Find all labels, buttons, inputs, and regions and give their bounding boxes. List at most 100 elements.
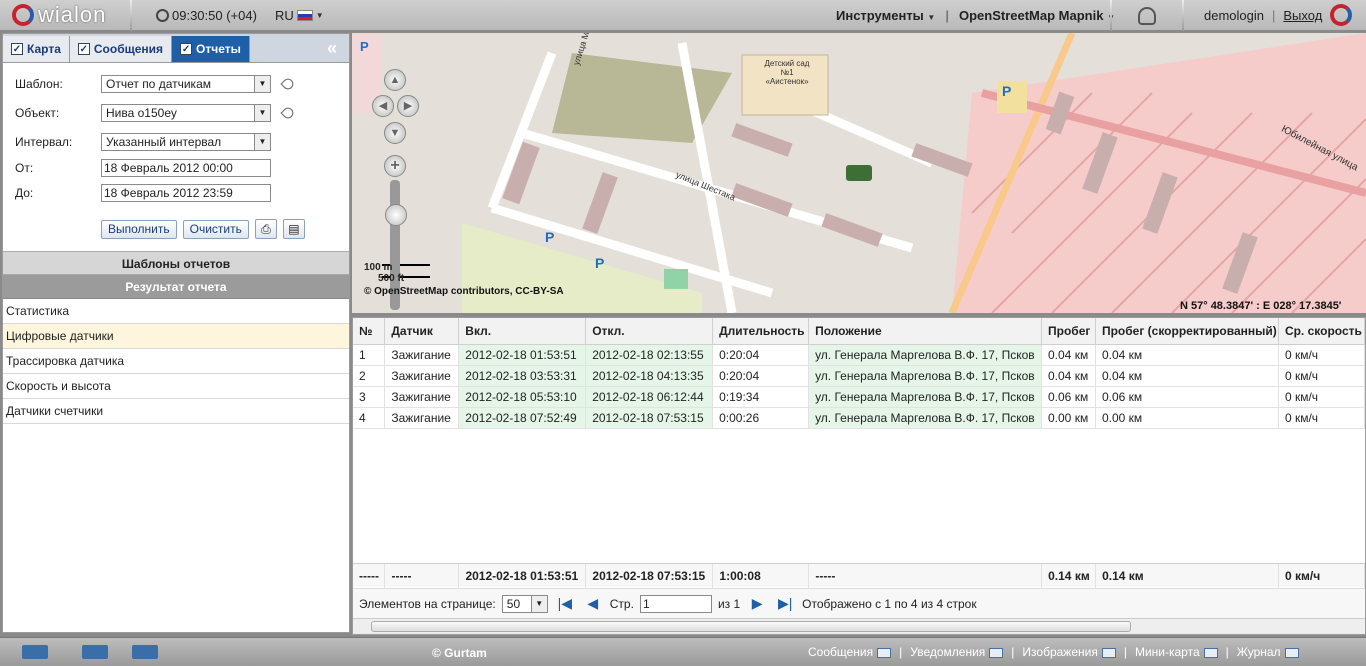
tab-map[interactable]: ✓ Карта (3, 36, 70, 62)
map-view[interactable]: P P P P улица Шестака Юбилейная улица ул… (352, 33, 1366, 313)
tab-reports[interactable]: ✓ Отчеты (172, 36, 250, 62)
pan-up-icon[interactable]: ▲ (384, 69, 406, 91)
scale-metric: 100 m (364, 262, 393, 273)
user-settings-icon[interactable] (1138, 6, 1156, 25)
cell: 0.06 км (1041, 386, 1096, 408)
result-item-digital-sensors[interactable]: Цифровые датчики (3, 324, 349, 349)
cell: 2012-02-18 03:53:31 (458, 365, 587, 387)
truck-name-icon[interactable] (82, 645, 108, 659)
column-header[interactable]: Вкл. (458, 318, 587, 345)
wialon-logo-icon (12, 4, 34, 26)
cell: 0.04 км (1041, 344, 1096, 366)
separator (130, 0, 132, 31)
object-value: Нива о150еу (106, 106, 177, 120)
log-link[interactable]: Журнал (1237, 645, 1299, 659)
result-item-counter-sensors[interactable]: Датчики счетчики (3, 399, 349, 424)
interval-row: Интервал: Указанный интервал ▼ (15, 133, 271, 151)
clear-button[interactable]: Очистить (182, 219, 249, 239)
pan-down-icon[interactable]: ▼ (384, 122, 406, 144)
run-button[interactable]: Выполнить (101, 219, 177, 239)
column-header[interactable]: Положение (808, 318, 1042, 345)
collapse-panel-icon[interactable]: « (327, 38, 337, 59)
language-selector[interactable]: RU ▼ (275, 8, 324, 23)
total-cell: 0.14 км (1095, 564, 1279, 588)
separator: | (1225, 645, 1229, 659)
result-item-speed-altitude[interactable]: Скорость и высота (3, 374, 349, 399)
object-select[interactable]: Нива о150еу ▼ (101, 104, 271, 122)
column-header[interactable]: Пробег (скорректированный) (1095, 318, 1279, 345)
images-link[interactable]: Изображения (1022, 645, 1116, 659)
cell: 2012-02-18 07:52:49 (458, 407, 587, 429)
map-scale: 100 m 500 ft (364, 262, 404, 284)
separator: | (945, 8, 949, 23)
last-page-icon[interactable]: ▶| (774, 595, 796, 612)
templates-header[interactable]: Шаблоны отчетов (3, 251, 349, 275)
truck-icon[interactable] (22, 645, 48, 659)
zoom-slider-handle[interactable] (385, 204, 407, 226)
language-code: RU (274, 7, 294, 23)
zoom-in-icon[interactable]: + (384, 155, 406, 177)
result-item-statistics[interactable]: Статистика (3, 299, 349, 324)
logo-text: wialon (38, 2, 107, 27)
map-source-label: OpenStreetMap Mapnik (958, 8, 1104, 23)
cell: 2012-02-18 07:53:15 (585, 407, 714, 429)
cell: 0 км/ч (1278, 386, 1366, 408)
chevron-down-icon: ▼ (254, 134, 270, 150)
clock-icon (156, 8, 169, 22)
scrollbar-thumb[interactable] (371, 621, 1131, 632)
table-row[interactable]: 1 Зажигание 2012-02-18 01:53:51 2012-02-… (353, 344, 1366, 366)
separator: | (899, 645, 903, 659)
form-buttons: Выполнить Очистить ⎙ ▤ (101, 219, 305, 239)
wrench-icon[interactable] (280, 76, 296, 92)
tools-menu[interactable]: Инструменты ▼ (836, 8, 935, 23)
print-icon[interactable]: ⎙ (254, 219, 277, 239)
minimap-link[interactable]: Мини-карта (1135, 645, 1218, 659)
column-header[interactable]: Длительность (712, 318, 810, 345)
wrench-icon[interactable] (280, 105, 296, 121)
table-row[interactable]: 2 Зажигание 2012-02-18 03:53:31 2012-02-… (353, 365, 1366, 387)
column-header[interactable]: Откл. (585, 318, 714, 345)
checkbox-icon[interactable]: ✓ (77, 43, 90, 55)
pan-right-icon[interactable]: ▶ (397, 95, 419, 117)
bottom-bar: © Gurtam Сообщения | Уведомления | Изобр… (0, 637, 1366, 666)
gurtam-brand[interactable]: © Gurtam (432, 646, 487, 660)
horizontal-scrollbar[interactable] (353, 618, 1365, 634)
tab-messages[interactable]: ✓ Сообщения (69, 36, 173, 62)
map-source-menu[interactable]: OpenStreetMap Mapnik ▼ (959, 8, 1115, 23)
scale-imperial: 500 ft (378, 273, 405, 284)
template-select[interactable]: Отчет по датчикам ▼ (101, 75, 271, 93)
prev-page-icon[interactable]: ◀ (582, 595, 604, 612)
tab-messages-label: Сообщения (93, 42, 164, 56)
page-input[interactable]: 1 (639, 594, 712, 613)
parking-icon: P (1002, 83, 1012, 99)
column-header[interactable]: Ср. скорость (1278, 318, 1366, 345)
truck-group-icon[interactable] (132, 645, 158, 659)
checkbox-icon[interactable]: ✓ (11, 43, 23, 55)
username[interactable]: demologin (1204, 8, 1264, 23)
table-row[interactable]: 3 Зажигание 2012-02-18 05:53:10 2012-02-… (353, 386, 1366, 408)
interval-select[interactable]: Указанный интервал ▼ (101, 133, 271, 151)
first-page-icon[interactable]: |◀ (554, 595, 576, 612)
column-header[interactable]: Датчик (384, 318, 460, 345)
notifications-link[interactable]: Уведомления (910, 645, 1004, 659)
result-header[interactable]: Результат отчета (3, 275, 349, 299)
result-item-sensor-tracing[interactable]: Трассировка датчика (3, 349, 349, 374)
column-header[interactable]: Пробег (1041, 318, 1096, 345)
table-row[interactable]: 4 Зажигание 2012-02-18 07:52:49 2012-02-… (353, 407, 1366, 429)
logout-link[interactable]: Выход (1283, 8, 1322, 23)
column-header[interactable]: № (353, 318, 386, 345)
messages-link[interactable]: Сообщения (808, 645, 892, 659)
pan-left-icon[interactable]: ◀ (372, 95, 394, 117)
to-date-input[interactable]: 18 Февраль 2012 23:59 (101, 184, 271, 202)
from-date-input[interactable]: 18 Февраль 2012 00:00 (101, 159, 271, 177)
clock: 09:30:50 (+04) (156, 8, 257, 23)
checkbox-icon[interactable]: ✓ (180, 43, 193, 55)
per-page-value: 50 (506, 596, 521, 611)
map-coordinates: N 57° 48.3847' : E 028° 17.3845' (1180, 300, 1342, 312)
per-page-select[interactable]: 50 ▼ (501, 594, 548, 613)
next-page-icon[interactable]: ▶ (746, 595, 768, 612)
top-bar: wialon 09:30:50 (+04) RU ▼ Инструменты ▼… (0, 0, 1366, 31)
cell: 2 (353, 365, 386, 387)
cell: 0.04 км (1095, 365, 1279, 387)
export-icon[interactable]: ▤ (282, 219, 305, 239)
